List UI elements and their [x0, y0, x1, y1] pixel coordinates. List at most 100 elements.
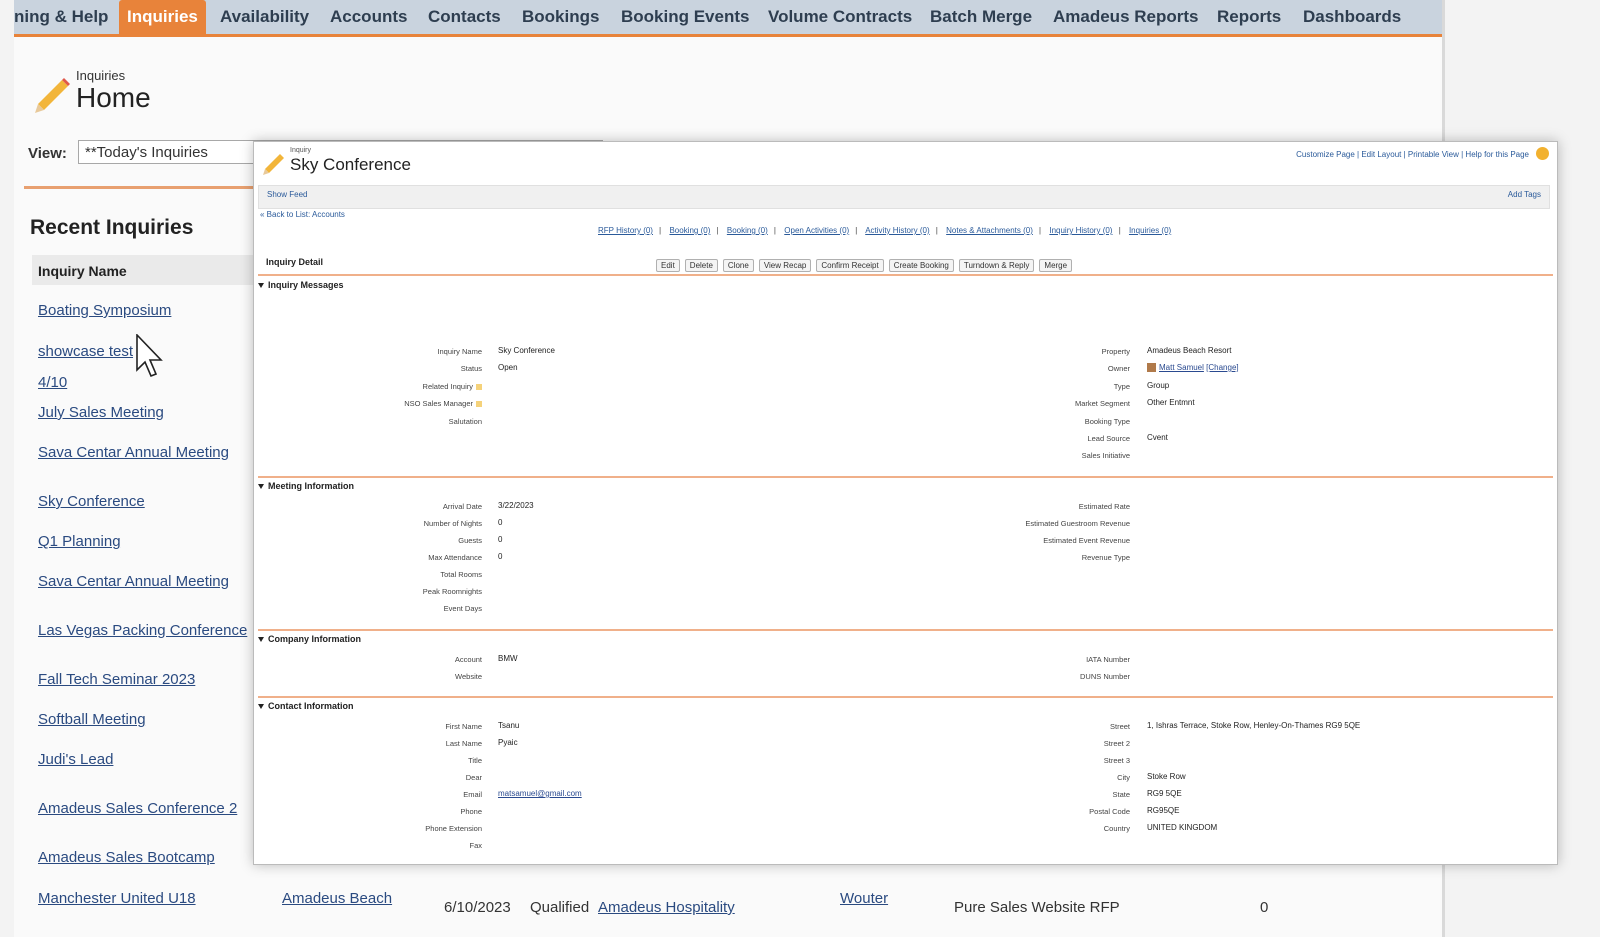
page-utility-links[interactable]: Customize Page | Edit Layout | Printable…: [1296, 150, 1529, 159]
tab-booking-events[interactable]: Booking Events: [621, 0, 749, 34]
clone-button[interactable]: Clone: [722, 259, 754, 272]
field-label: City: [1117, 773, 1130, 782]
tab-contacts[interactable]: Contacts: [428, 0, 501, 34]
field-label: Dear: [465, 773, 482, 782]
turndown-reply-button[interactable]: Turndown & Reply: [958, 259, 1035, 272]
tab-accounts[interactable]: Accounts: [330, 0, 407, 34]
field-label: IATA Number: [1086, 655, 1130, 664]
inquiry-detail-heading: Inquiry Detail: [266, 257, 324, 267]
related-list-link[interactable]: Booking (0): [669, 226, 710, 235]
section-title: Contact Information: [268, 701, 354, 711]
field-label: Street 2: [1103, 739, 1130, 748]
field-label: First Name: [445, 722, 482, 731]
section-title: Inquiry Messages: [268, 280, 344, 290]
related-list-link[interactable]: Inquiries (0): [1129, 226, 1171, 235]
collapse-triangle-icon[interactable]: [258, 637, 264, 643]
tab-bookings[interactable]: Bookings: [522, 0, 599, 34]
field-label: Account: [454, 655, 482, 664]
field-label: Street 3: [1103, 756, 1130, 765]
record-title: Sky Conference: [290, 155, 411, 174]
recent-inquiry-link[interactable]: Manchester United U18: [38, 890, 196, 907]
recent-inquiry-link[interactable]: showcase test: [38, 343, 133, 360]
collapse-triangle-icon[interactable]: [258, 283, 264, 289]
recent-inquiry-link[interactable]: Boating Symposium: [38, 302, 171, 319]
email-link[interactable]: matsamuel@gmail.com: [498, 789, 582, 798]
related-list-link[interactable]: RFP History (0): [598, 226, 653, 235]
field-label: Number of Nights: [423, 519, 482, 528]
field-label: NSO Sales Manager: [282, 399, 482, 408]
section-title: Company Information: [268, 634, 362, 644]
edit-button[interactable]: Edit: [656, 259, 680, 272]
add-tags-link[interactable]: Add Tags: [1508, 190, 1541, 199]
section-meeting-information[interactable]: Meeting Information: [258, 481, 1553, 491]
field-label: Sales Initiative: [1081, 451, 1130, 460]
owner-link[interactable]: Matt Samuel: [1159, 363, 1204, 372]
related-list-link[interactable]: Activity History (0): [865, 226, 929, 235]
field-value: Sky Conference: [498, 346, 555, 355]
tab-amadeus-reports[interactable]: Amadeus Reports: [1053, 0, 1198, 34]
field-label: Postal Code: [1089, 807, 1130, 816]
field-label: Email: [463, 790, 482, 799]
section-title: Meeting Information: [268, 481, 354, 491]
field-value: BMW: [498, 654, 518, 663]
tab-dashboards[interactable]: Dashboards: [1303, 0, 1401, 34]
owner-link[interactable]: Wouter: [840, 890, 888, 907]
field-value: Amadeus Beach Resort: [1147, 346, 1232, 355]
account-link[interactable]: Amadeus Hospitality: [598, 899, 735, 916]
delete-button[interactable]: Delete: [684, 259, 718, 272]
tab-availability[interactable]: Availability: [220, 0, 309, 34]
detail-button-row: Edit Delete Clone View Recap Confirm Receipt…: [656, 255, 1077, 273]
property-link[interactable]: Amadeus Beach: [282, 890, 392, 907]
main-tab-bar: ning & Help Inquiries Availability Accou…: [14, 0, 1442, 37]
section-company-information[interactable]: Company Information: [258, 634, 1553, 644]
confirm-receipt-button[interactable]: Confirm Receipt: [816, 259, 884, 272]
field-label: Event Days: [443, 604, 482, 613]
merge-button[interactable]: Merge: [1039, 259, 1073, 272]
show-feed-link[interactable]: Show Feed: [267, 190, 307, 199]
change-owner-link[interactable]: [Change]: [1206, 363, 1238, 372]
collapse-triangle-icon[interactable]: [258, 704, 264, 710]
arrival-date-cell: 6/10/2023: [444, 899, 511, 916]
related-list-link[interactable]: Inquiry History (0): [1049, 226, 1112, 235]
lookup-icon[interactable]: [476, 401, 482, 408]
tab-batch-merge[interactable]: Batch Merge: [930, 0, 1032, 34]
tab-inquiries[interactable]: Inquiries: [119, 0, 206, 34]
recent-inquiry-link[interactable]: Amadeus Sales Conference 2: [38, 800, 237, 817]
help-icon[interactable]: [1536, 147, 1549, 160]
create-booking-button[interactable]: Create Booking: [888, 259, 954, 272]
section-inquiry-messages[interactable]: Inquiry Messages: [258, 280, 1553, 290]
recent-inquiry-link[interactable]: 4/10: [38, 374, 67, 391]
back-to-list-link[interactable]: « Back to List: Accounts: [260, 210, 345, 219]
field-value: 0: [498, 552, 503, 561]
view-recap-button[interactable]: View Recap: [758, 259, 812, 272]
recent-inquiry-link[interactable]: Amadeus Sales Bootcamp: [38, 849, 215, 866]
recent-inquiry-link[interactable]: Sava Centar Annual Meeting: [38, 573, 229, 590]
recent-inquiry-link[interactable]: Softball Meeting: [38, 711, 146, 728]
field-label: Lead Source: [1087, 434, 1130, 443]
detail-header-bar: Inquiry Detail Edit Delete Clone View Recap…: [258, 252, 1553, 276]
inquiry-name-column-header[interactable]: Inquiry Name: [32, 255, 264, 285]
field-label: DUNS Number: [1079, 672, 1130, 681]
related-list-link[interactable]: Booking (0): [727, 226, 768, 235]
field-label: Status: [460, 364, 482, 373]
tab-reports[interactable]: Reports: [1217, 0, 1281, 34]
field-label: Type: [1113, 382, 1130, 391]
related-list-link[interactable]: Open Activities (0): [784, 226, 849, 235]
collapse-triangle-icon[interactable]: [258, 484, 264, 490]
recent-inquiry-link[interactable]: Q1 Planning: [38, 533, 121, 550]
field-label: Last Name: [445, 739, 482, 748]
tab-volume-contracts[interactable]: Volume Contracts: [768, 0, 912, 34]
recent-inquiry-link[interactable]: July Sales Meeting: [38, 404, 164, 421]
recent-inquiry-link[interactable]: Fall Tech Seminar 2023: [38, 671, 195, 688]
field-value: 0: [498, 518, 503, 527]
tab-training-help[interactable]: ning & Help: [14, 0, 108, 34]
recent-inquiry-link[interactable]: Sky Conference: [38, 493, 145, 510]
section-contact-information[interactable]: Contact Information: [258, 701, 1553, 711]
recent-inquiry-link[interactable]: Sava Centar Annual Meeting: [38, 444, 229, 461]
pencil-icon: [263, 154, 284, 175]
recent-inquiry-link[interactable]: Las Vegas Packing Conference: [38, 622, 247, 639]
related-list-link[interactable]: Notes & Attachments (0): [946, 226, 1033, 235]
lookup-icon[interactable]: [476, 384, 482, 391]
recent-inquiry-link[interactable]: Judi's Lead: [38, 751, 113, 768]
recent-inquiries-heading: Recent Inquiries: [30, 216, 194, 239]
